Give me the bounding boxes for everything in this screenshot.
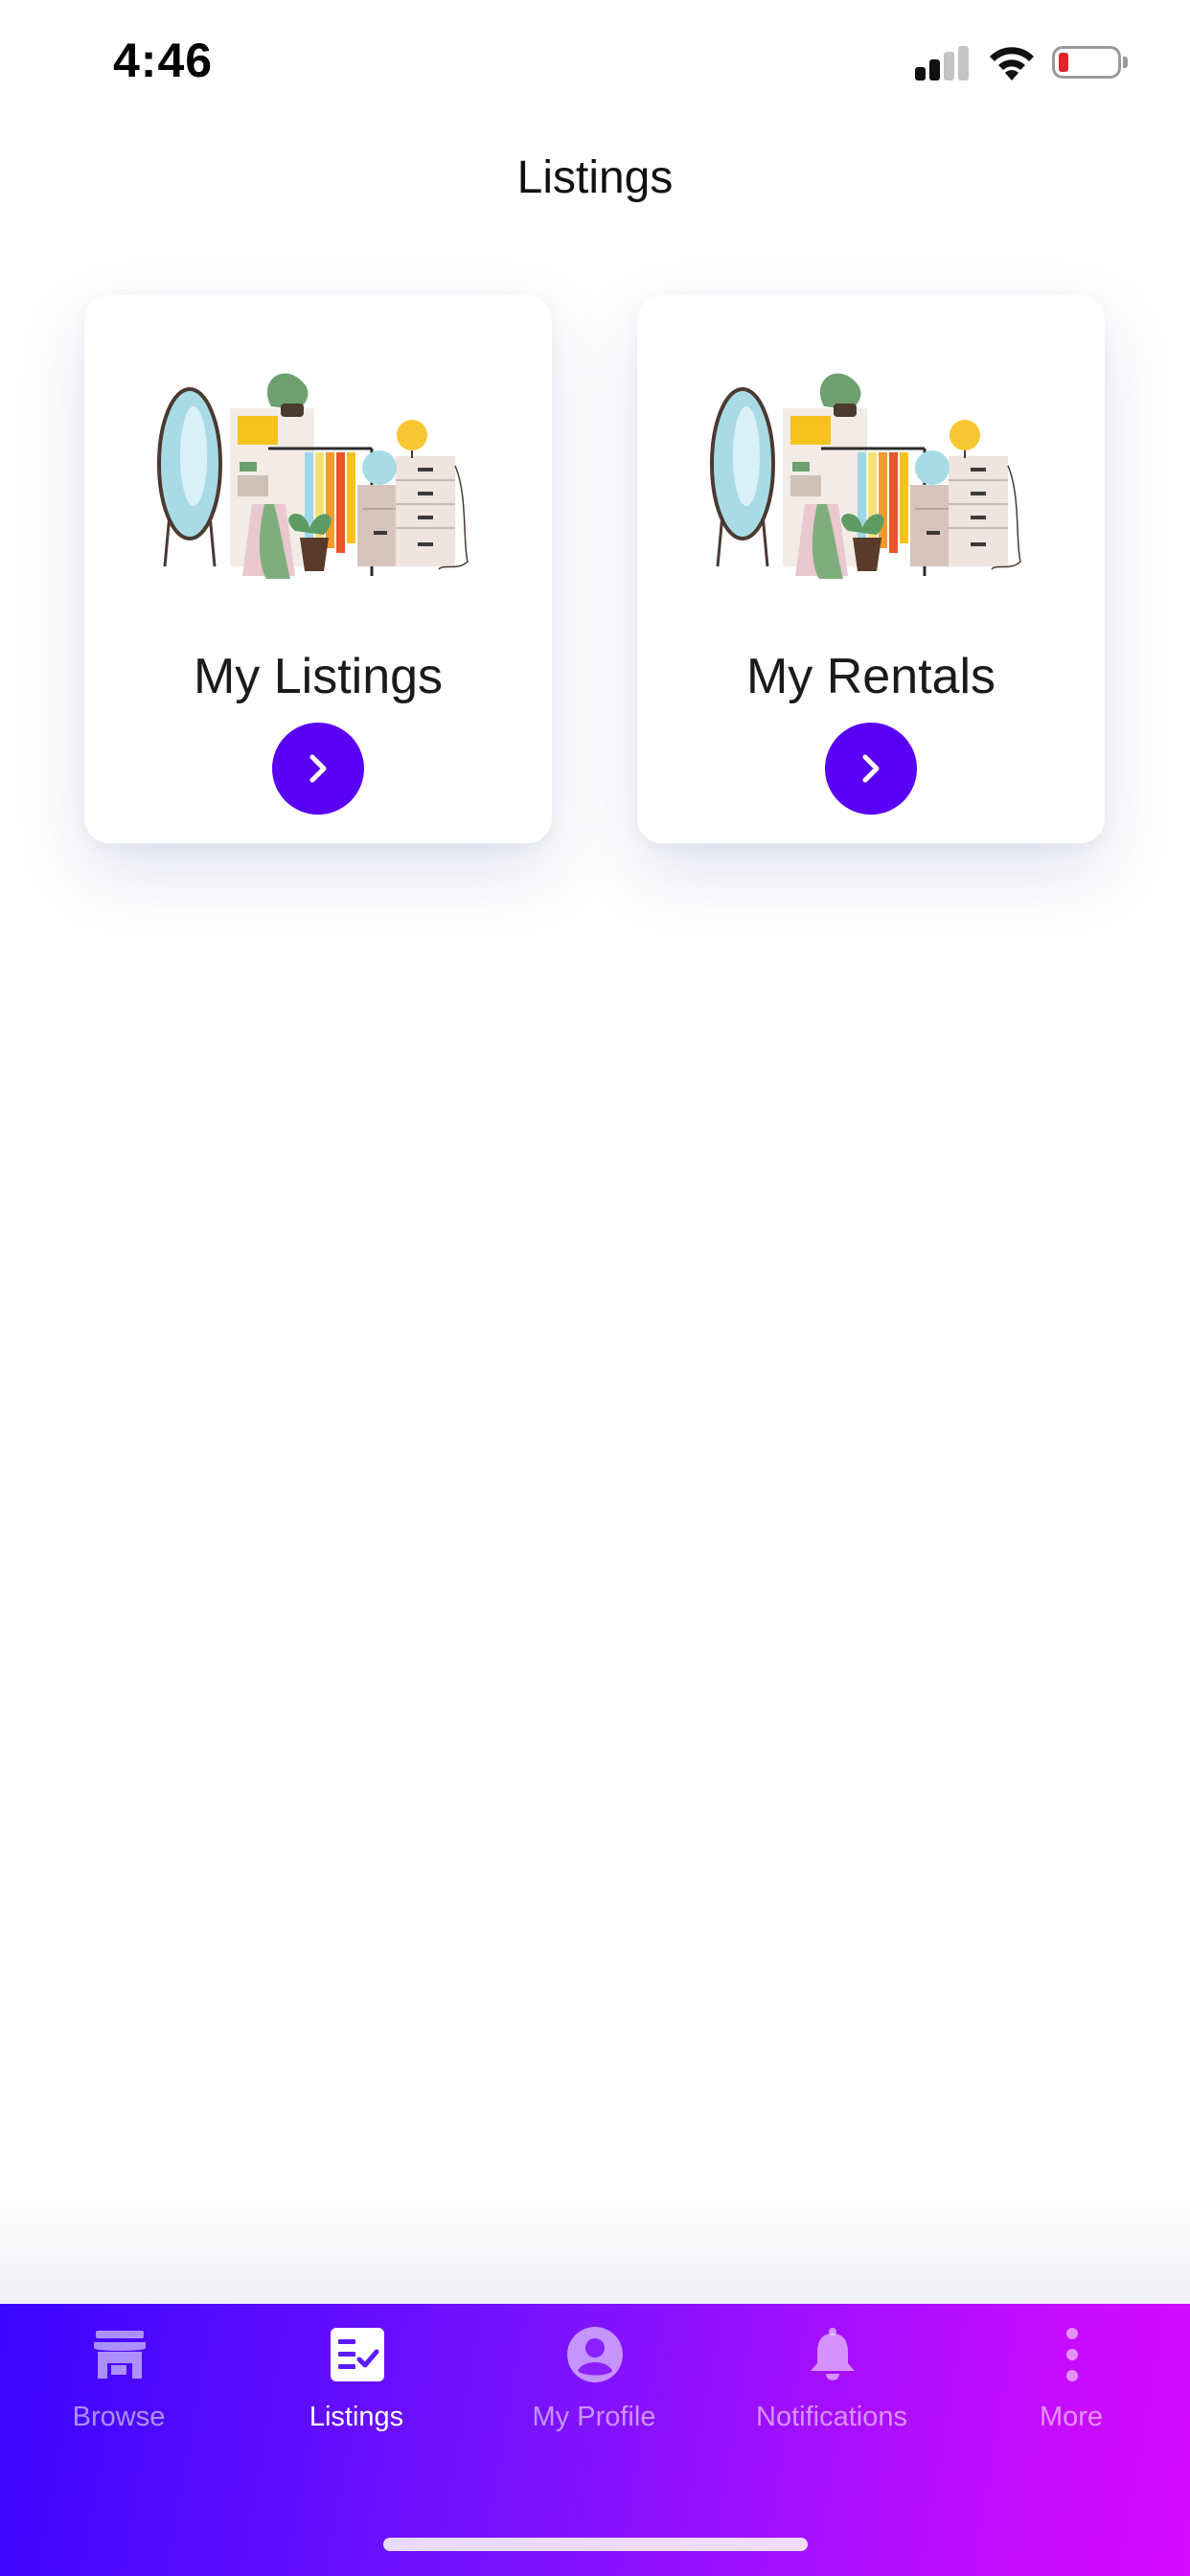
more-vertical-icon: [1066, 2328, 1078, 2381]
tab-browse[interactable]: Browse: [0, 2304, 238, 2486]
battery-level: [1059, 53, 1068, 72]
bottom-tab-bar: Browse Listings My Profile Notifications…: [0, 2304, 1190, 2576]
tab-more[interactable]: More: [952, 2304, 1190, 2486]
tab-label: Browse: [72, 2402, 166, 2432]
bell-icon: [811, 2328, 855, 2380]
storefront-icon: [94, 2331, 146, 2379]
chevron-right-icon: [862, 754, 880, 783]
tab-my-profile[interactable]: My Profile: [475, 2304, 713, 2486]
tab-label: Notifications: [756, 2402, 907, 2432]
my-rentals-card[interactable]: My Rentals: [637, 295, 1105, 843]
wifi-icon: [990, 47, 1034, 80]
tab-label: Listings: [309, 2402, 404, 2432]
home-indicator[interactable]: [383, 2538, 808, 2551]
account-circle-icon: [567, 2327, 623, 2382]
wardrobe-illustration: [710, 373, 1021, 579]
status-bar: 4:46: [0, 0, 1190, 134]
tab-notifications[interactable]: Notifications: [713, 2304, 950, 2486]
checklist-icon: [331, 2328, 384, 2381]
page-title: Listings: [516, 152, 674, 203]
chevron-right-icon: [309, 754, 327, 783]
battery-low-icon: [1052, 46, 1129, 82]
my-listings-card[interactable]: My Listings: [84, 295, 552, 843]
cellular-signal-icon: [915, 46, 971, 80]
tab-listings[interactable]: Listings: [238, 2304, 475, 2486]
status-time: 4:46: [113, 34, 214, 87]
tab-label: More: [1039, 2402, 1104, 2432]
card-title: My Listings: [193, 649, 444, 704]
open-my-listings-button[interactable]: [272, 723, 364, 815]
wardrobe-illustration: [157, 373, 469, 579]
bottom-fade: [0, 2195, 1190, 2305]
tab-label: My Profile: [532, 2402, 656, 2432]
card-title: My Rentals: [745, 649, 996, 704]
open-my-rentals-button[interactable]: [825, 723, 917, 815]
